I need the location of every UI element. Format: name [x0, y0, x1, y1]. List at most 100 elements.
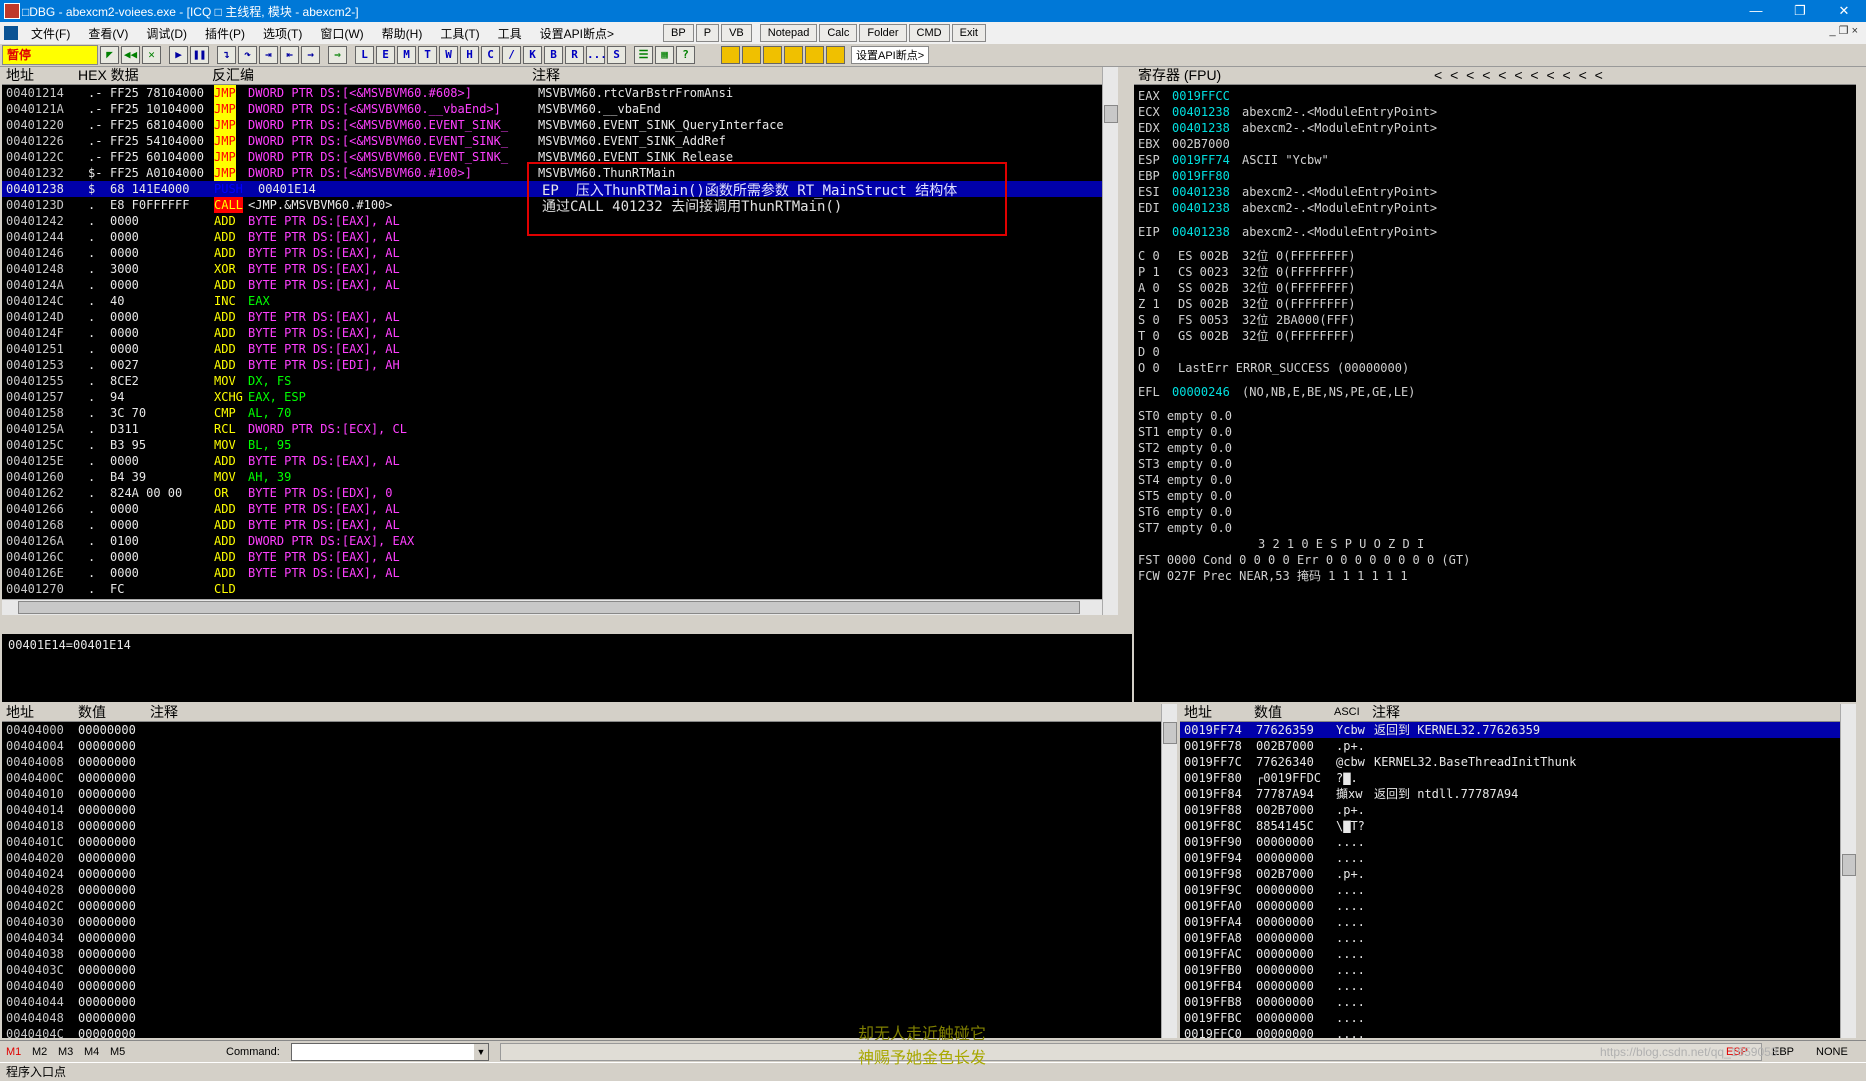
disasm-row[interactable]: 00401262. 824A 00 00 OR BYTE PTR DS:[EDX], … [2, 485, 1102, 501]
fcw-row[interactable]: FCW 027F Prec NEAR,53 掩码 1 1 1 1 1 1 [1138, 568, 1838, 584]
register-row[interactable]: ECX 00401238 abexcm2-.<ModuleEntryPoint> [1138, 104, 1838, 120]
col-hex[interactable]: HEX 数据 [78, 67, 139, 84]
disasm-row[interactable]: 0040124A. 0000 ADD BYTE PTR DS:[EAX], AL [2, 277, 1102, 293]
disasm-row[interactable]: 00401266. 0000 ADD BYTE PTR DS:[EAX], AL [2, 501, 1102, 517]
memory-button[interactable]: M [397, 46, 416, 64]
plugin-icon-6[interactable] [826, 46, 845, 64]
disasm-row[interactable]: 0040125A. D311 RCL DWORD PTR DS:[ECX], CL [2, 421, 1102, 437]
stack-row[interactable]: 0019FF8C 8854145C \▇T? [1180, 818, 1840, 834]
stack-row[interactable]: 0019FFBC 00000000.... [1180, 1010, 1840, 1026]
plugin-icon-4[interactable] [784, 46, 803, 64]
close-debug-icon[interactable]: ✕ [142, 46, 161, 64]
disasm-vscroll[interactable] [1102, 67, 1118, 615]
plugin-icon-1[interactable] [721, 46, 740, 64]
disasm-row[interactable]: 00401246. 0000 ADD BYTE PTR DS:[EAX], AL [2, 245, 1102, 261]
disasm-row[interactable]: 00401268. 0000 ADD BYTE PTR DS:[EAX], AL [2, 517, 1102, 533]
list-icon[interactable]: ☰ [634, 46, 653, 64]
modules-button[interactable]: E [376, 46, 395, 64]
menu-help[interactable]: 帮助(H) [373, 25, 432, 42]
fpu-row[interactable]: ST2 empty 0.0 [1138, 440, 1838, 456]
none-label[interactable]: NONE [1816, 1046, 1848, 1058]
run-trace-button[interactable]: ... [586, 46, 607, 64]
dump-vscroll[interactable] [1161, 704, 1177, 1038]
flag-row[interactable]: C 0 ES 002B 32位 0(FFFFFFFF) [1138, 248, 1838, 264]
disasm-row[interactable]: 0040126A. 0100 ADD DWORD PTR DS:[EAX], EAX [2, 533, 1102, 549]
exit-button[interactable]: Exit [951, 24, 986, 42]
handles-button[interactable]: H [460, 46, 479, 64]
dump-col-value[interactable]: 数值 [78, 704, 106, 721]
trace-into-icon[interactable]: ⇥ [259, 46, 278, 64]
dump-row[interactable]: 00404028 00000000 [2, 882, 1161, 898]
dump-col-addr[interactable]: 地址 [6, 704, 34, 721]
disasm-vscroll-thumb[interactable] [1104, 105, 1118, 123]
disasm-hscroll-thumb[interactable] [18, 601, 1080, 614]
flag-row[interactable]: S 0 FS 0053 32位 2BA000(FFF) [1138, 312, 1838, 328]
disasm-row[interactable]: 00401257. 94 XCHG EAX, ESP [2, 389, 1102, 405]
menu-options[interactable]: 选项(T) [254, 25, 311, 42]
disasm-row[interactable]: 00401214 .- FF25 78104000 JMP DWORD PTR DS:[… [2, 85, 1102, 101]
register-row[interactable]: ESP 0019FF74 ASCII "Ycbw" [1138, 152, 1838, 168]
p-button[interactable]: P [695, 24, 720, 42]
dump-row[interactable]: 00404004 00000000 [2, 738, 1161, 754]
disasm-row[interactable]: 00401270. FC CLD [2, 581, 1102, 597]
mtab-1[interactable]: M1 [6, 1046, 21, 1058]
stack-vscroll-thumb[interactable] [1842, 854, 1856, 876]
maximize-button[interactable]: ❐ [1778, 0, 1822, 22]
menu-tools2[interactable]: 工具 [489, 25, 531, 42]
disasm-row[interactable]: 00401260. B4 39 MOV AH, 39 [2, 469, 1102, 485]
stack-row[interactable]: 0019FF78 002B7000 .p+. [1180, 738, 1840, 754]
stack-row[interactable]: 0019FF9C 00000000.... [1180, 882, 1840, 898]
disasm-row[interactable]: 0040124F. 0000 ADD BYTE PTR DS:[EAX], AL [2, 325, 1102, 341]
disasm-row[interactable]: 0040124D. 0000 ADD BYTE PTR DS:[EAX], AL [2, 309, 1102, 325]
stack-row[interactable]: 0019FF88 002B7000 .p+. [1180, 802, 1840, 818]
calc-button[interactable]: Calc [819, 24, 858, 42]
register-row[interactable]: EAX 0019FFCC [1138, 88, 1838, 104]
patches-button[interactable]: / [502, 46, 521, 64]
vb-button[interactable]: VB [721, 24, 752, 42]
stack-row[interactable]: 0019FF98 002B7000 .p+. [1180, 866, 1840, 882]
flag-row[interactable]: T 0 GS 002B 32位 0(FFFFFFFF) [1138, 328, 1838, 344]
col-disasm[interactable]: 反汇编 [212, 67, 254, 84]
fpu-row[interactable]: ST5 empty 0.0 [1138, 488, 1838, 504]
mdi-controls[interactable]: _ ❐ × [1829, 24, 1858, 37]
menu-api-breakpoint[interactable]: 设置API断点> [531, 25, 623, 42]
fpu-row[interactable]: ST1 empty 0.0 [1138, 424, 1838, 440]
stack-row[interactable]: 0019FF7C 77626340 @cbw KERNEL32.BaseThreadI… [1180, 754, 1840, 770]
stack-row[interactable]: 0019FFB4 00000000.... [1180, 978, 1840, 994]
disasm-row[interactable]: 0040121A .- FF25 10104000 JMP DWORD PTR DS:[… [2, 101, 1102, 117]
disasm-row[interactable]: 00401220 .- FF25 68104000 JMP DWORD PTR DS:[… [2, 117, 1102, 133]
eip-row[interactable]: EIP 00401238 abexcm2-.<ModuleEntryPoint> [1138, 224, 1838, 240]
efl-row[interactable]: EFL 00000246 (NO,NB,E,BE,NS,PE,GE,LE) [1138, 384, 1838, 400]
menu-view[interactable]: 查看(V) [79, 25, 137, 42]
disasm-row[interactable]: 00401248. 3000 XOR BYTE PTR DS:[EAX], AL [2, 261, 1102, 277]
references-button[interactable]: R [565, 46, 584, 64]
menu-tools[interactable]: 工具(T) [431, 25, 488, 42]
step-over-icon[interactable]: ↷ [238, 46, 257, 64]
dump-row[interactable]: 00404044 00000000 [2, 994, 1161, 1010]
flag-row[interactable]: D 0 [1138, 344, 1838, 360]
stack-col-ascii[interactable]: ASCI [1334, 704, 1360, 721]
fpu-row[interactable]: ST4 empty 0.0 [1138, 472, 1838, 488]
dump-row[interactable]: 00404034 00000000 [2, 930, 1161, 946]
disasm-row[interactable]: 0040125C. B3 95 MOV BL, 95 [2, 437, 1102, 453]
col-addr[interactable]: 地址 [6, 67, 34, 84]
step-into-icon[interactable]: ↴ [217, 46, 236, 64]
dump-col-comment[interactable]: 注释 [150, 704, 178, 721]
stack-col-value[interactable]: 数值 [1254, 704, 1282, 721]
dump-row[interactable]: 00404014 00000000 [2, 802, 1161, 818]
stack-row[interactable]: 0019FFA4 00000000.... [1180, 914, 1840, 930]
minimize-button[interactable]: — [1734, 0, 1778, 22]
trace-over-icon[interactable]: ⇤ [280, 46, 299, 64]
stack-row[interactable]: 0019FFB8 00000000.... [1180, 994, 1840, 1010]
dump-row[interactable]: 0040402C 00000000 [2, 898, 1161, 914]
threads-button[interactable]: T [418, 46, 437, 64]
disasm-row[interactable]: 0040126E. 0000 ADD BYTE PTR DS:[EAX], AL [2, 565, 1102, 581]
dump-row[interactable]: 0040403C 00000000 [2, 962, 1161, 978]
breakpoints-button[interactable]: B [544, 46, 563, 64]
menu-window[interactable]: 窗口(W) [311, 25, 372, 42]
open-icon[interactable]: ◤ [100, 46, 119, 64]
app-menu-icon[interactable] [4, 26, 18, 40]
stack-col-addr[interactable]: 地址 [1184, 704, 1212, 721]
mtab-2[interactable]: M2 [32, 1046, 47, 1058]
flag-row[interactable]: A 0 SS 002B 32位 0(FFFFFFFF) [1138, 280, 1838, 296]
